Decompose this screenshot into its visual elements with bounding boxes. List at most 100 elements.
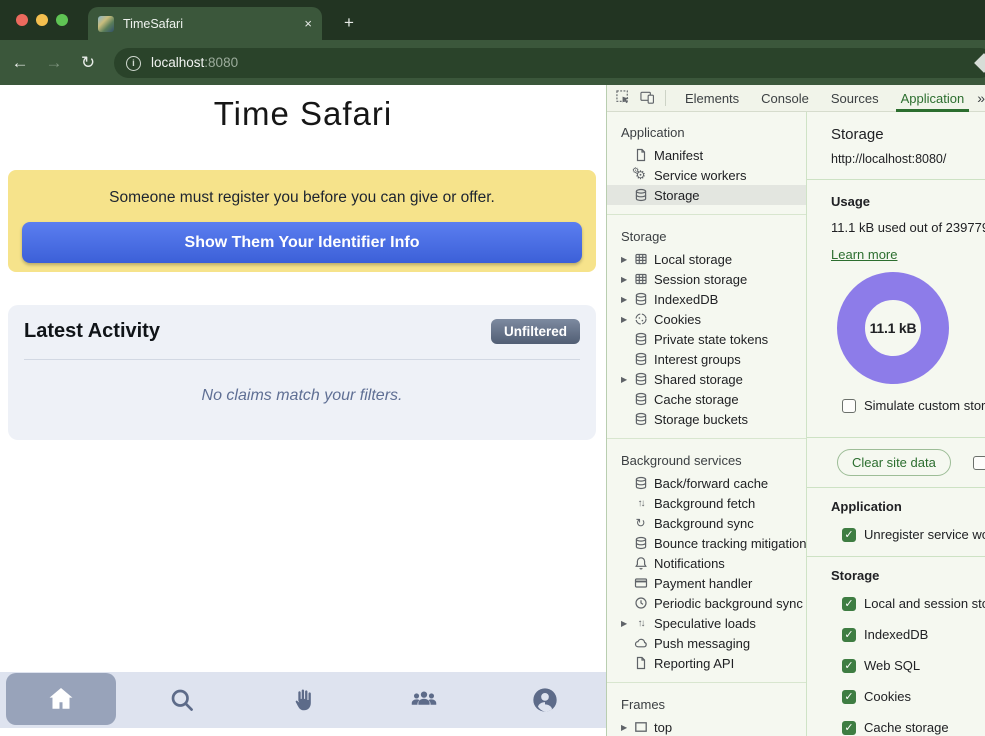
database-icon <box>633 412 648 427</box>
cookies-checkbox[interactable] <box>842 690 856 704</box>
browser-window: TimeSafari × + ← → ↻ i localhost:8080 Ti… <box>0 0 985 736</box>
file-icon <box>633 148 648 163</box>
tree-item-background-fetch[interactable]: Background fetch <box>607 493 806 513</box>
chevron-right-icon[interactable] <box>621 619 633 628</box>
learn-more-link[interactable]: Learn more <box>831 247 897 262</box>
page-viewport: Time Safari Someone must register you be… <box>0 85 606 736</box>
more-tabs-icon[interactable]: » <box>977 90 985 106</box>
tree-item-storage-buckets[interactable]: Storage buckets <box>607 409 806 429</box>
updown-arrows-icon <box>633 616 648 631</box>
close-window-button[interactable] <box>16 14 28 26</box>
tab-elements[interactable]: Elements <box>674 85 750 112</box>
chevron-right-icon[interactable] <box>621 295 633 304</box>
tree-section-frames: Frames <box>607 692 806 717</box>
tab-application[interactable]: Application <box>890 85 976 112</box>
file-icon <box>633 656 648 671</box>
tree-item-cookies[interactable]: Cookies <box>607 309 806 329</box>
tree-section-application: Application <box>607 120 806 145</box>
tab-console[interactable]: Console <box>750 85 820 112</box>
storage-detail-panel: Storage http://localhost:8080/ Usage 11.… <box>807 112 985 736</box>
chevron-right-icon[interactable] <box>621 375 633 384</box>
tree-item-payment-handler[interactable]: Payment handler <box>607 573 806 593</box>
tree-item-push-messaging[interactable]: Push messaging <box>607 633 806 653</box>
include-cookies-checkbox[interactable] <box>973 456 985 470</box>
minimize-window-button[interactable] <box>36 14 48 26</box>
database-icon <box>633 536 648 551</box>
nav-contacts[interactable] <box>364 672 485 728</box>
page-title: Time Safari <box>0 95 606 133</box>
show-identifier-info-button[interactable]: Show Them Your Identifier Info <box>22 222 582 263</box>
unregister-sw-checkbox[interactable] <box>842 528 856 542</box>
indexeddb-checkbox[interactable] <box>842 628 856 642</box>
browser-titlebar: TimeSafari × + <box>0 0 985 40</box>
tree-item-service-workers[interactable]: Service workers <box>607 165 806 185</box>
card-icon <box>633 576 648 591</box>
inspect-element-icon[interactable] <box>616 90 631 106</box>
tab-title: TimeSafari <box>123 17 295 31</box>
reload-icon[interactable]: ↻ <box>74 53 102 73</box>
tree-item-session-storage[interactable]: Session storage <box>607 269 806 289</box>
storage-clear-section: Storage Local and session storage Indexe… <box>807 557 985 736</box>
people-icon <box>410 686 438 714</box>
back-icon[interactable]: ← <box>6 53 34 73</box>
empty-claims-text: No claims match your filters. <box>24 387 580 405</box>
divider <box>607 682 806 683</box>
divider <box>24 359 580 360</box>
websql-row: Web SQL <box>842 658 985 673</box>
unfiltered-button[interactable]: Unfiltered <box>491 319 580 344</box>
database-icon <box>633 352 648 367</box>
tree-item-cache-storage[interactable]: Cache storage <box>607 389 806 409</box>
tree-item-interest-groups[interactable]: Interest groups <box>607 349 806 369</box>
tree-item-indexeddb[interactable]: IndexedDB <box>607 289 806 309</box>
tree-item-shared-storage[interactable]: Shared storage <box>607 369 806 389</box>
browser-toolbar: ← → ↻ i localhost:8080 <box>0 40 985 85</box>
table-icon <box>633 252 648 267</box>
site-info-icon[interactable]: i <box>126 56 141 71</box>
local-session-checkbox[interactable] <box>842 597 856 611</box>
tree-item-local-storage[interactable]: Local storage <box>607 249 806 269</box>
nav-search[interactable] <box>121 672 242 728</box>
home-button-active[interactable] <box>6 673 116 725</box>
tab-close-icon[interactable]: × <box>304 16 312 31</box>
tree-item-private-state-tokens[interactable]: Private state tokens <box>607 329 806 349</box>
websql-checkbox[interactable] <box>842 659 856 673</box>
tree-item-reporting-api[interactable]: Reporting API <box>607 653 806 673</box>
clear-site-data-button[interactable]: Clear site data <box>837 449 951 476</box>
alert-message: Someone must register you before you can… <box>22 189 582 207</box>
tree-item-periodic-background-sync[interactable]: Periodic background sync <box>607 593 806 613</box>
cache-storage-checkbox[interactable] <box>842 721 856 735</box>
database-icon <box>633 476 648 491</box>
table-icon <box>633 272 648 287</box>
chevron-right-icon[interactable] <box>621 275 633 284</box>
database-icon <box>633 372 648 387</box>
clock-icon <box>633 596 648 611</box>
tree-item-bounce-tracking[interactable]: Bounce tracking mitigations <box>607 533 806 553</box>
simulate-quota-checkbox[interactable] <box>842 399 856 413</box>
usage-donut-chart: 11.1 kB <box>837 272 949 384</box>
tab-sources[interactable]: Sources <box>820 85 890 112</box>
panel-title: Storage <box>831 126 985 143</box>
tree-item-background-sync[interactable]: Background sync <box>607 513 806 533</box>
search-icon <box>168 686 196 714</box>
browser-tab[interactable]: TimeSafari × <box>88 7 322 40</box>
zoom-window-button[interactable] <box>56 14 68 26</box>
tree-item-storage[interactable]: Storage <box>607 185 806 205</box>
sync-icon <box>633 516 648 531</box>
new-tab-button[interactable]: + <box>336 10 362 36</box>
tree-item-manifest[interactable]: Manifest <box>607 145 806 165</box>
tree-item-back-forward-cache[interactable]: Back/forward cache <box>607 473 806 493</box>
database-icon <box>633 188 648 203</box>
tree-item-notifications[interactable]: Notifications <box>607 553 806 573</box>
nav-offers[interactable] <box>242 672 363 728</box>
device-toolbar-icon[interactable] <box>640 90 655 106</box>
tree-item-top-frame[interactable]: top <box>607 717 806 736</box>
devtools-tabbar: Elements Console Sources Application » <box>607 85 985 112</box>
chevron-right-icon[interactable] <box>621 315 633 324</box>
nav-home[interactable] <box>0 672 121 728</box>
local-session-row: Local and session storage <box>842 596 985 611</box>
chevron-right-icon[interactable] <box>621 723 633 732</box>
nav-profile[interactable] <box>485 672 606 728</box>
tree-item-speculative-loads[interactable]: Speculative loads <box>607 613 806 633</box>
address-bar[interactable]: i localhost:8080 <box>114 48 985 78</box>
chevron-right-icon[interactable] <box>621 255 633 264</box>
